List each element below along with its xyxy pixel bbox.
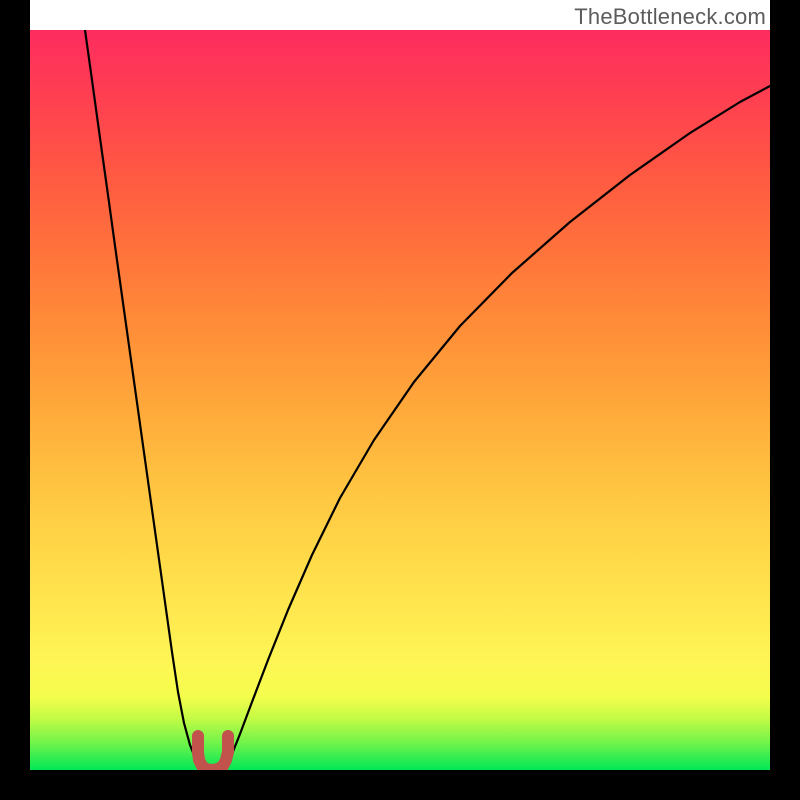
trough-marker: [198, 736, 228, 770]
curve-right-branch: [222, 86, 770, 768]
watermark-text: TheBottleneck.com: [574, 4, 766, 30]
chart-frame: TheBottleneck.com: [0, 0, 800, 800]
curve-overlay: [30, 30, 770, 770]
curve-left-branch: [85, 30, 203, 768]
